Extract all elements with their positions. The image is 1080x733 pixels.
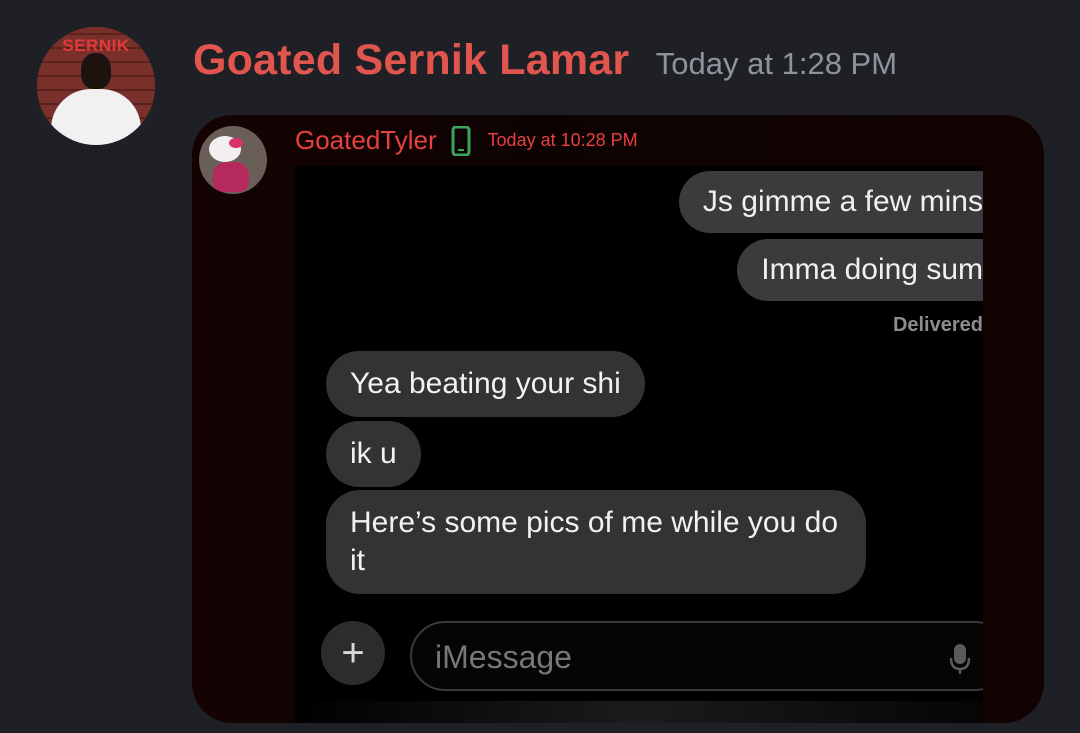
received-message-text: ik u xyxy=(350,437,397,470)
sent-message-text: Imma doing sum xyxy=(761,253,983,286)
user-avatar[interactable]: SERNIK xyxy=(37,27,155,145)
imessage-conversation: Js gimme a few mins Imma doing sum Deliv… xyxy=(295,166,983,723)
received-message-bubble: Here’s some pics of me while you do it xyxy=(326,490,866,594)
embedded-user-avatar xyxy=(199,126,267,194)
delivered-status: Delivered xyxy=(892,314,983,336)
add-attachment-button[interactable]: + xyxy=(321,621,385,685)
microphone-icon[interactable] xyxy=(948,642,972,676)
embedded-timestamp: Today at 10:28 PM xyxy=(487,130,638,150)
discord-chat-view: SERNIK Goated Sernik Lamar Today at 1:28… xyxy=(0,0,1080,733)
embedded-screenshot[interactable]: GoatedTyler Today at 10:28 PM Js gimme a… xyxy=(192,115,1044,723)
imessage-input[interactable]: iMessage xyxy=(410,621,983,691)
received-message-bubble: Yea beating your shi xyxy=(326,351,645,417)
message-username[interactable]: Goated Sernik Lamar xyxy=(193,36,629,84)
imessage-placeholder: iMessage xyxy=(435,639,572,675)
message-header: Goated Sernik Lamar Today at 1:28 PM xyxy=(193,36,897,86)
mobile-phone-icon xyxy=(451,125,471,156)
keyboard-edge xyxy=(295,701,983,723)
embedded-username: GoatedTyler xyxy=(295,125,437,155)
embedded-message-header: GoatedTyler Today at 10:28 PM xyxy=(295,125,638,159)
received-message-text: Yea beating your shi xyxy=(350,367,621,400)
avatar-figure-head xyxy=(81,53,111,89)
avatar-plush-bow xyxy=(229,138,243,148)
avatar-plush-body xyxy=(213,162,249,192)
sent-message-bubble: Imma doing sum xyxy=(737,239,983,301)
received-message-text: Here’s some pics of me while you do it xyxy=(350,506,838,577)
sent-message-bubble: Js gimme a few mins xyxy=(678,171,983,233)
sent-message-text: Js gimme a few mins xyxy=(702,185,983,218)
received-message-bubble: ik u xyxy=(326,421,421,487)
message-timestamp: Today at 1:28 PM xyxy=(655,46,898,81)
plus-icon: + xyxy=(341,631,365,675)
